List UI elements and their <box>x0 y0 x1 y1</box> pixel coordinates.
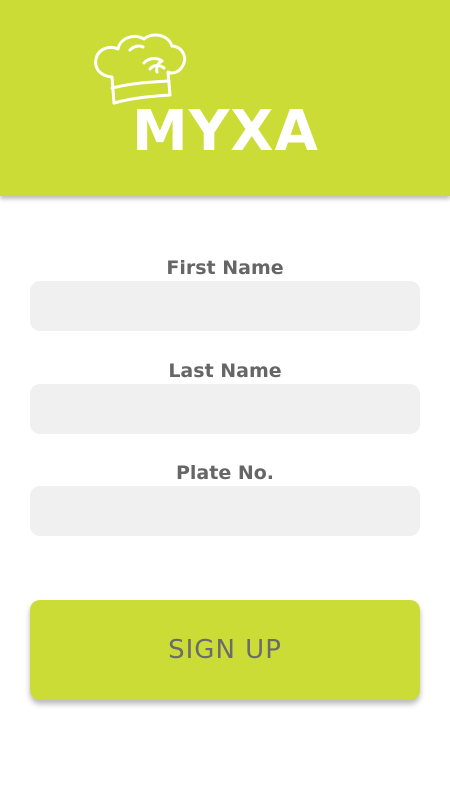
first-name-label: First Name <box>166 257 284 279</box>
last-name-label: Last Name <box>168 360 282 382</box>
app-logo: MYXA <box>90 30 330 165</box>
last-name-input[interactable] <box>30 384 420 434</box>
plate-no-label: Plate No. <box>175 462 274 484</box>
logo-wordmark: MYXA <box>132 99 319 164</box>
first-name-input[interactable] <box>30 281 420 331</box>
plate-no-input[interactable] <box>30 486 420 536</box>
sign-up-button[interactable]: SIGN UP <box>30 600 420 700</box>
chef-hat-icon <box>94 33 187 105</box>
app-header: MYXA <box>0 0 450 196</box>
